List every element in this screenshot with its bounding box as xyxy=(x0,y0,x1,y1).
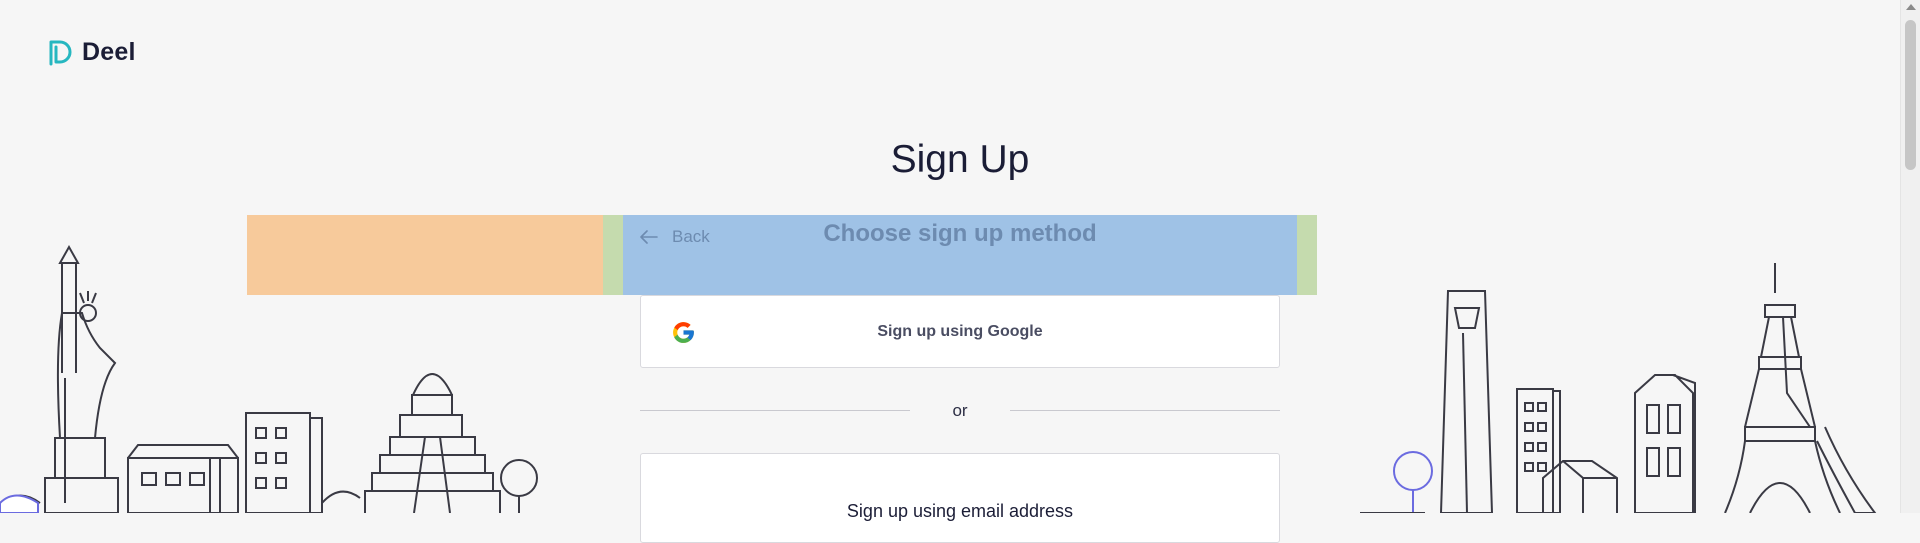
email-signup-label: Sign up using email address xyxy=(846,501,1074,521)
deel-logo-icon xyxy=(49,40,72,65)
or-divider: or xyxy=(640,400,1280,420)
divider-line-right xyxy=(1010,410,1280,411)
page-title: Sign Up xyxy=(890,138,1030,181)
panel-subtitle: Choose sign up method xyxy=(823,220,1097,247)
vertical-scrollbar[interactable] xyxy=(1900,0,1920,513)
highlight-overlay-gutter-left xyxy=(603,215,623,295)
google-signup-label: Sign up using Google xyxy=(877,323,1043,340)
skyline-left-illustration xyxy=(0,244,538,513)
email-signup-button[interactable]: Sign up using email address xyxy=(640,453,1280,543)
scrollbar-thumb[interactable] xyxy=(1905,20,1916,170)
brand-name: Deel xyxy=(82,38,136,66)
skyline-right-illustration xyxy=(1360,263,1877,513)
divider-label: or xyxy=(952,401,968,420)
google-signup-button[interactable]: Sign up using Google xyxy=(640,295,1280,368)
highlight-overlay-gutter-right xyxy=(1297,215,1317,295)
scroll-up-icon[interactable] xyxy=(1906,4,1916,10)
brand-logo[interactable]: Deel xyxy=(48,38,136,67)
